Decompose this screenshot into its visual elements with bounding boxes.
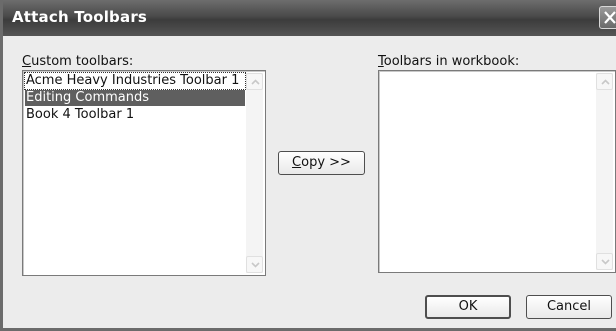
list-item[interactable]: Book 4 Toolbar 1: [25, 107, 245, 123]
close-button[interactable]: [599, 6, 616, 29]
list-item[interactable]: Acme Heavy Industries Toolbar 1: [24, 72, 246, 90]
scroll-down-button[interactable]: [246, 256, 263, 273]
ok-button[interactable]: OK: [425, 295, 511, 319]
scroll-up-button[interactable]: [596, 73, 613, 90]
cancel-button[interactable]: Cancel: [526, 295, 612, 319]
workbook-toolbars-label: Toolbars in workbook:: [378, 54, 520, 69]
custom-toolbars-list[interactable]: Acme Heavy Industries Toolbar 1 Editing …: [22, 70, 266, 276]
workbook-toolbars-list[interactable]: [378, 70, 616, 273]
list-item[interactable]: Editing Commands: [25, 90, 245, 106]
custom-toolbars-scrollbar[interactable]: [246, 73, 263, 273]
scroll-up-button[interactable]: [246, 73, 263, 90]
workbook-toolbars-scrollbar[interactable]: [596, 73, 613, 270]
title-bar[interactable]: Attach Toolbars: [3, 0, 616, 36]
dialog-title: Attach Toolbars: [12, 8, 148, 26]
copy-button[interactable]: Copy >>: [278, 151, 365, 175]
attach-toolbars-dialog: Attach Toolbars Custom toolbars: Acme He…: [0, 0, 616, 331]
scroll-down-button[interactable]: [596, 253, 613, 270]
custom-toolbars-label: Custom toolbars:: [22, 54, 134, 69]
